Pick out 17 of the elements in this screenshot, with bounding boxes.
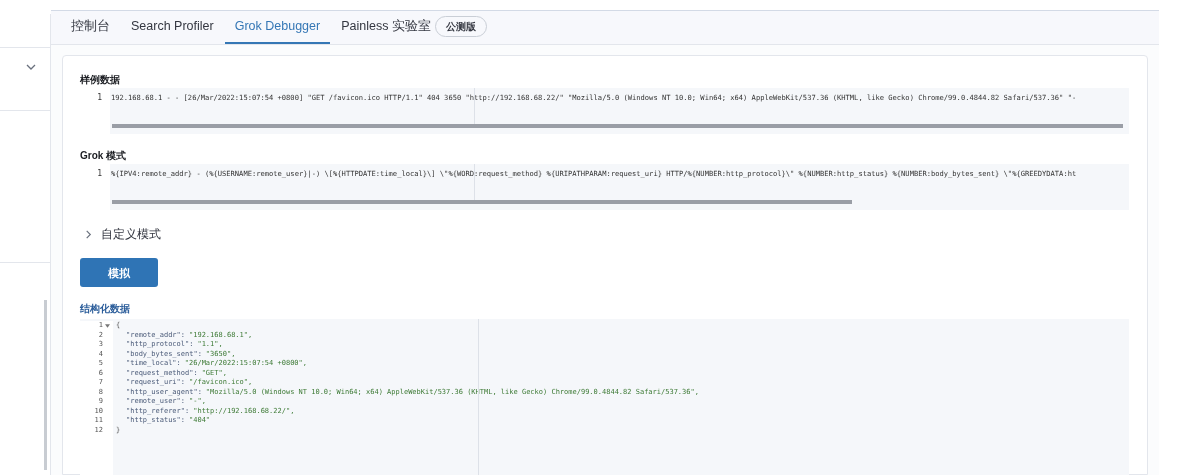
scrollbar[interactable] — [112, 124, 1123, 128]
field-label: Grok 模式 — [80, 149, 128, 163]
line-number: 1 — [97, 92, 102, 104]
tab[interactable]: 控制台 — [61, 11, 120, 44]
field-label: 样例数据 — [80, 73, 121, 87]
code-editor[interactable] — [80, 164, 1129, 210]
fold-caret-icon[interactable] — [105, 324, 110, 328]
tab[interactable]: Search Profiler — [121, 11, 224, 44]
accordion-toggle[interactable]: 自定义模式 — [80, 226, 161, 244]
line-number: 1 — [97, 168, 102, 180]
field-label: 结构化数据 — [80, 302, 131, 317]
chevron-down-icon — [26, 62, 36, 72]
scrollbar[interactable] — [112, 200, 852, 204]
chevron-right-icon — [84, 230, 93, 240]
simulate-button[interactable]: 模拟 — [80, 258, 158, 288]
scrollbar[interactable] — [44, 300, 47, 470]
code-editor[interactable] — [80, 88, 1129, 134]
